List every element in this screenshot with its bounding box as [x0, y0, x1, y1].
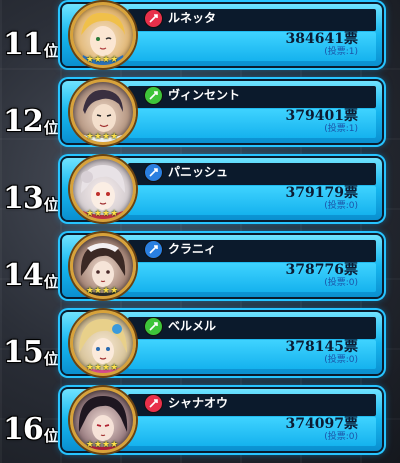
rank-suffix: 位 — [43, 119, 59, 137]
rank-number: 14 — [3, 258, 44, 293]
rank-suffix: 位 — [43, 42, 59, 60]
vote-count: 384641票 — [286, 31, 358, 47]
water-attribute-icon — [144, 163, 163, 182]
character-name: シャナオウ — [168, 396, 229, 410]
name-band — [128, 240, 376, 262]
fire-attribute-icon — [144, 9, 163, 28]
vote-number: 379401 — [285, 108, 344, 124]
name-band — [128, 394, 376, 416]
ranking-row[interactable]: 15 位 ★★★★ ベルメル 378145票 (投票:0) — [0, 308, 400, 380]
vote-count: 378145票 — [286, 339, 358, 355]
vote-unit: 票 — [344, 185, 358, 201]
name-band — [128, 86, 376, 108]
user-vote-count: (投票:0) — [324, 355, 358, 365]
rank-number: 12 — [3, 104, 44, 139]
character-name: ヴィンセント — [168, 88, 241, 102]
rank-number: 11 — [3, 27, 44, 62]
vote-number: 379179 — [285, 185, 344, 201]
character-name: クラニィ — [168, 242, 217, 256]
wind-attribute-icon — [144, 86, 163, 105]
vote-number: 378776 — [285, 262, 344, 278]
rarity-stars: ★★★★ — [85, 132, 119, 142]
character-avatar[interactable]: ★★★★ — [70, 310, 136, 376]
ranking-row[interactable]: 14 位 ★★★★ クラニィ 378776票 (投票:0) — [0, 231, 400, 303]
rank-number: 16 — [3, 412, 44, 447]
rarity-stars: ★★★★ — [85, 286, 119, 296]
ranking-row[interactable]: 12 位 ★★★★ ヴィンセント 379401票 (投票:1) — [0, 77, 400, 149]
vote-count: 378776票 — [286, 262, 358, 278]
character-avatar[interactable]: ★★★★ — [70, 156, 136, 222]
vote-count: 379401票 — [286, 108, 358, 124]
vote-count: 379179票 — [286, 185, 358, 201]
name-band — [128, 9, 376, 31]
vote-unit: 票 — [344, 108, 358, 124]
name-band — [128, 163, 376, 185]
ranking-row[interactable]: 16 位 ★★★★ シャナオウ 374097票 (投票:0) — [0, 385, 400, 457]
user-vote-count: (投票:0) — [324, 278, 358, 288]
user-vote-count: (投票:1) — [324, 124, 358, 134]
vote-count: 374097票 — [286, 416, 358, 432]
user-vote-count: (投票:1) — [324, 47, 358, 57]
vote-number: 378145 — [285, 339, 344, 355]
rarity-stars: ★★★★ — [85, 440, 119, 450]
ranking-row[interactable]: 13 位 ★★★★ パニッシュ 379179票 (投票:0) — [0, 154, 400, 226]
character-name: ルネッタ — [168, 11, 217, 25]
fire-attribute-icon — [144, 394, 163, 413]
water-attribute-icon — [144, 240, 163, 259]
rank-number: 13 — [3, 181, 44, 216]
character-avatar[interactable]: ★★★★ — [70, 2, 136, 68]
vote-number: 384641 — [285, 31, 344, 47]
rarity-stars: ★★★★ — [85, 55, 119, 65]
vote-unit: 票 — [344, 31, 358, 47]
character-name: パニッシュ — [168, 165, 229, 179]
rank-suffix: 位 — [43, 427, 59, 445]
ranking-row[interactable]: 11 位 ★★★★ ルネッタ 384641票 (投票:1) — [0, 0, 400, 72]
rank-suffix: 位 — [43, 273, 59, 291]
vote-unit: 票 — [344, 339, 358, 355]
character-avatar[interactable]: ★★★★ — [70, 79, 136, 145]
character-name: ベルメル — [168, 319, 217, 333]
vote-unit: 票 — [344, 416, 358, 432]
rank-suffix: 位 — [43, 350, 59, 368]
rank-number: 15 — [3, 335, 44, 370]
rarity-stars: ★★★★ — [85, 363, 119, 373]
ranking-list: 11 位 ★★★★ ルネッタ 384641票 (投票:1) 12 位 ★★★★ … — [0, 0, 400, 463]
rarity-stars: ★★★★ — [85, 209, 119, 219]
vote-unit: 票 — [344, 262, 358, 278]
rank-suffix: 位 — [43, 196, 59, 214]
user-vote-count: (投票:0) — [324, 201, 358, 211]
name-band — [128, 317, 376, 339]
character-avatar[interactable]: ★★★★ — [70, 387, 136, 453]
character-avatar[interactable]: ★★★★ — [70, 233, 136, 299]
vote-number: 374097 — [285, 416, 344, 432]
user-vote-count: (投票:0) — [324, 432, 358, 442]
wind-attribute-icon — [144, 317, 163, 336]
